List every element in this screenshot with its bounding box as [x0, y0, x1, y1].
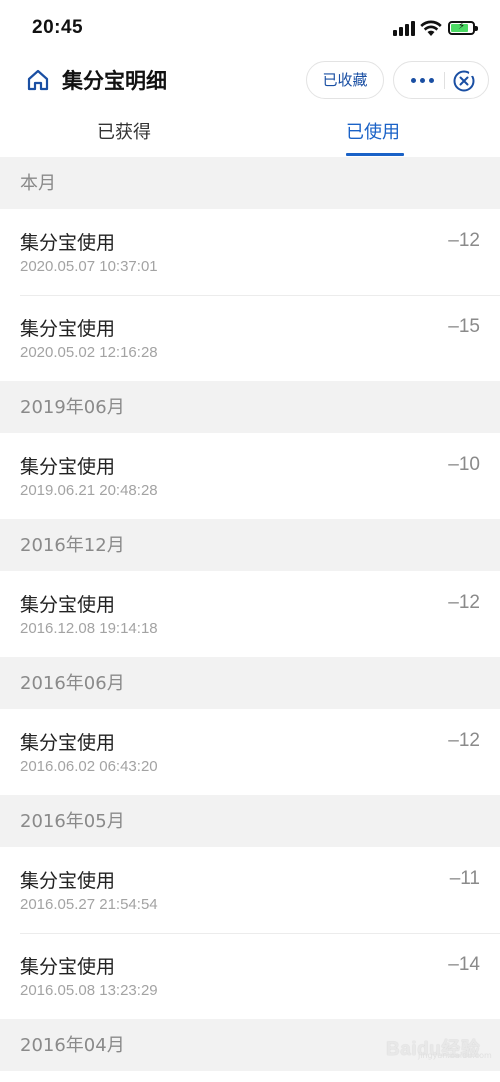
item-time: 2016.06.02 06:43:20 — [20, 758, 158, 775]
list-item[interactable]: 集分宝使用 2020.05.02 12:16:28 –15 — [0, 295, 500, 381]
group-header: 本月 — [0, 157, 500, 209]
list-item[interactable]: 集分宝使用 2016.06.02 06:43:20 –12 — [0, 709, 500, 795]
item-amount: –10 — [448, 454, 480, 475]
capsule-divider — [444, 72, 445, 89]
list-item[interactable]: 集分宝使用 2016.05.08 13:23:29 –14 — [0, 933, 500, 1019]
status-bar: 20:45 ⚡ — [0, 0, 500, 58]
list-item[interactable]: 集分宝使用 2016.12.08 19:14:18 –12 — [0, 571, 500, 657]
item-time: 2016.05.27 21:54:54 — [20, 896, 158, 913]
item-amount: –14 — [448, 954, 480, 975]
favorited-button[interactable]: 已收藏 — [306, 61, 384, 99]
item-amount: –12 — [448, 592, 480, 613]
item-title: 集分宝使用 — [20, 732, 116, 754]
list-item[interactable]: 集分宝使用 2019.06.21 20:48:28 –10 — [0, 433, 500, 519]
battery-icon: ⚡ — [448, 21, 478, 35]
group-header: 2016年05月 — [0, 795, 500, 847]
active-tab-indicator — [346, 153, 404, 156]
item-amount: –12 — [448, 730, 480, 751]
header: 集分宝明细 已收藏 — [0, 58, 500, 104]
item-title: 集分宝使用 — [20, 318, 116, 340]
item-amount: –15 — [448, 316, 480, 337]
item-time: 2016.05.08 13:23:29 — [20, 982, 158, 999]
page-title: 集分宝明细 — [62, 69, 167, 93]
item-title: 集分宝使用 — [20, 870, 116, 892]
item-title: 集分宝使用 — [20, 594, 116, 616]
home-icon[interactable] — [25, 67, 51, 93]
signal-icon — [393, 20, 415, 36]
list-item[interactable]: 集分宝使用 2020.05.07 10:37:01 –12 — [0, 209, 500, 295]
transaction-list: 本月 集分宝使用 2020.05.07 10:37:01 –12 集分宝使用 2… — [0, 157, 500, 1071]
item-title: 集分宝使用 — [20, 956, 116, 978]
tab-earned[interactable]: 已获得 — [97, 118, 151, 144]
item-time: 2020.05.02 12:16:28 — [20, 344, 158, 361]
group-header: 2016年12月 — [0, 519, 500, 571]
mini-program-capsule — [393, 61, 489, 99]
wifi-icon — [420, 20, 442, 36]
tab-bar: 已获得 已使用 — [0, 104, 500, 158]
list-item[interactable]: 集分宝使用 2016.05.27 21:54:54 –11 — [0, 847, 500, 933]
item-amount: –11 — [449, 868, 480, 889]
group-header: 2016年06月 — [0, 657, 500, 709]
group-header: 2019年06月 — [0, 381, 500, 433]
status-time: 20:45 — [32, 17, 84, 38]
tab-used[interactable]: 已使用 — [346, 118, 400, 144]
item-amount: –12 — [448, 230, 480, 251]
item-time: 2020.05.07 10:37:01 — [20, 258, 158, 275]
item-title: 集分宝使用 — [20, 232, 116, 254]
more-icon[interactable] — [407, 70, 437, 90]
item-time: 2019.06.21 20:48:28 — [20, 482, 158, 499]
watermark-sub: jingyan.baidu.com — [418, 1051, 492, 1060]
baidu-watermark: Baidu经验 jingyan.baidu.com — [356, 1024, 492, 1070]
item-time: 2016.12.08 19:14:18 — [20, 620, 158, 637]
close-circle-icon[interactable] — [452, 69, 476, 93]
item-title: 集分宝使用 — [20, 456, 116, 478]
